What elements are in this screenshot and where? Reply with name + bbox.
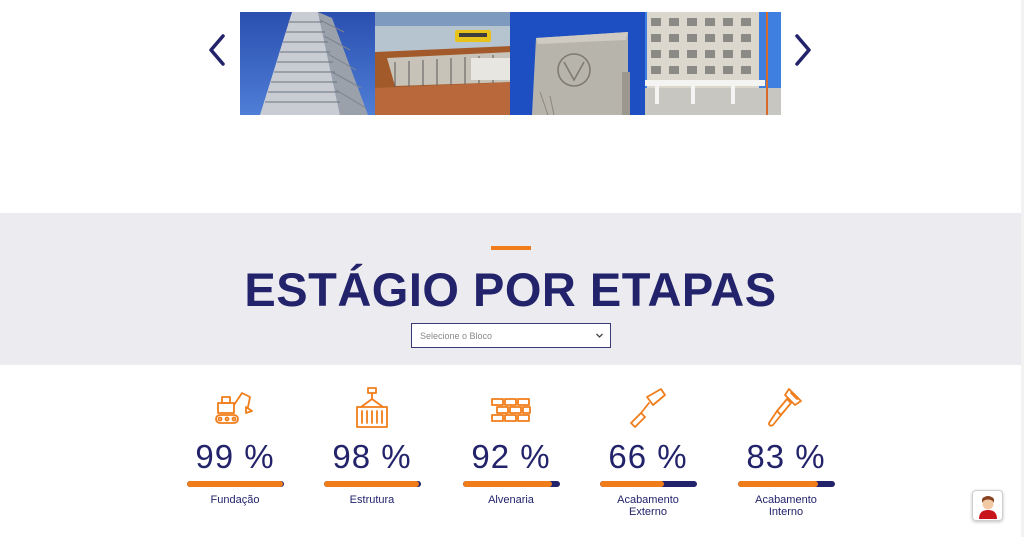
stat-acabamento-interno: 83 % Acabamento Interno: [731, 385, 841, 518]
stat-percent: 66 %: [608, 438, 688, 475]
block-select-placeholder: Selecione o Bloco: [420, 330, 493, 341]
excavation-photo[interactable]: [375, 12, 511, 115]
building-facade-photo[interactable]: [645, 12, 781, 115]
chevron-right-icon: [795, 34, 811, 66]
stat-percent: 98 %: [332, 438, 412, 475]
stat-label: Alvenaria: [488, 494, 534, 506]
progress-fill: [462, 481, 552, 487]
carousel-prev-button[interactable]: [204, 30, 230, 70]
carousel-slides: [240, 12, 782, 115]
stat-label: Acabamento Externo: [617, 494, 679, 518]
paintbrush-icon: [768, 388, 802, 427]
stage-section: ESTÁGIO POR ETAPAS Selecione o Bloco: [0, 213, 1021, 365]
stat-label: Fundação: [210, 494, 260, 506]
chevron-down-icon: [596, 333, 603, 338]
progress-bar: [462, 481, 560, 487]
avatar-icon: [978, 495, 997, 519]
bricks-icon: [491, 398, 531, 422]
stat-percent: 99 %: [195, 438, 275, 475]
accent-line: [491, 246, 531, 250]
page: ESTÁGIO POR ETAPAS Selecione o Bloco 99 …: [0, 0, 1024, 537]
progress-bar: [599, 481, 697, 487]
section-title: ESTÁGIO POR ETAPAS: [244, 263, 777, 316]
progress-fill: [323, 481, 419, 487]
stat-label: Estrutura: [349, 494, 395, 506]
stat-estrutura: 98 % Estrutura: [317, 385, 427, 506]
stage-stats: 99 % Fundação 98 % Estrutura 92 % Alvena…: [0, 385, 1021, 535]
stat-percent: 92 %: [471, 438, 551, 475]
excavator-icon: [215, 392, 253, 424]
crane-container-icon: [356, 387, 388, 428]
chat-avatar-button[interactable]: [972, 490, 1003, 521]
concrete-wall-photo[interactable]: [510, 12, 646, 115]
trowel-icon: [630, 388, 666, 428]
progress-bar: [737, 481, 835, 487]
progress-fill: [186, 481, 283, 487]
stat-alvenaria: 92 % Alvenaria: [456, 385, 566, 506]
tower-photo[interactable]: [240, 12, 376, 115]
photo-carousel: [0, 12, 1024, 116]
stat-percent: 83 %: [746, 438, 826, 475]
progress-fill: [737, 481, 818, 487]
block-select[interactable]: Selecione o Bloco: [411, 323, 611, 348]
progress-bar: [186, 481, 284, 487]
stat-fundacao: 99 % Fundação: [180, 385, 290, 506]
stat-acabamento-externo: 66 % Acabamento Externo: [593, 385, 703, 518]
progress-fill: [599, 481, 664, 487]
progress-bar: [323, 481, 421, 487]
stat-label: Acabamento Interno: [755, 494, 817, 518]
carousel-next-button[interactable]: [790, 30, 816, 70]
chevron-left-icon: [209, 34, 225, 66]
